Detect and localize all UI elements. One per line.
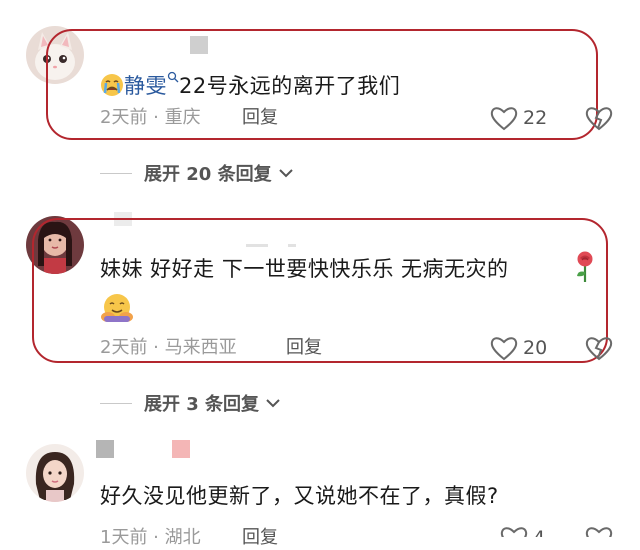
divider-line bbox=[100, 403, 132, 404]
crying-face-icon bbox=[100, 73, 124, 104]
broken-heart-icon bbox=[585, 527, 613, 537]
chevron-down-icon bbox=[278, 161, 294, 185]
heart-icon bbox=[490, 107, 518, 131]
expand-replies-button[interactable]: 展开 20 条回复 bbox=[144, 161, 294, 187]
comment-meta: 2天前 · 马来西亚 bbox=[100, 337, 237, 358]
like-button[interactable]: 22 bbox=[490, 104, 552, 132]
comment-body: 妹妹 好好走 下一世要快快乐乐 无病无灾的 bbox=[100, 257, 509, 281]
broken-heart-icon bbox=[585, 107, 613, 131]
comment-text[interactable]: 好久没见他更新了，又说她不在了，真假? bbox=[100, 482, 499, 510]
like-button[interactable]: 20 bbox=[490, 334, 552, 362]
like-count: 22 bbox=[523, 107, 548, 129]
chevron-down-icon bbox=[265, 391, 281, 415]
search-icon bbox=[167, 62, 179, 90]
reply-button[interactable]: 回复 bbox=[286, 336, 322, 360]
cartoon-girl-avatar bbox=[26, 444, 84, 502]
nickname-blurred[interactable] bbox=[96, 440, 114, 458]
comment-meta: 1天前 · 湖北 bbox=[100, 527, 201, 548]
comment-text[interactable]: 妹妹 好好走 下一世要快快乐乐 无病无灾的 bbox=[100, 255, 509, 283]
mention-link[interactable]: 静雯 bbox=[124, 74, 167, 98]
reply-button[interactable]: 回复 bbox=[242, 106, 278, 130]
dislike-button[interactable] bbox=[584, 104, 614, 132]
dislike-button[interactable] bbox=[584, 334, 614, 362]
reply-button[interactable]: 回复 bbox=[242, 526, 278, 550]
dislike-button[interactable] bbox=[584, 524, 614, 537]
like-count: 20 bbox=[523, 337, 548, 359]
heart-icon bbox=[490, 337, 518, 361]
comment-body: 22号永远的离开了我们 bbox=[179, 74, 401, 98]
like-button[interactable]: 4 bbox=[500, 524, 552, 537]
like-count: 4 bbox=[533, 526, 545, 537]
rose-icon bbox=[572, 250, 598, 288]
nickname-blurred bbox=[172, 440, 190, 458]
divider-line bbox=[100, 173, 132, 174]
comment-body: 好久没见他更新了，又说她不在了，真假? bbox=[100, 484, 499, 508]
expand-replies-button[interactable]: 展开 3 条回复 bbox=[144, 391, 281, 417]
hug-face-icon bbox=[100, 292, 134, 328]
comment-text[interactable]: 静雯 22号永远的离开了我们 bbox=[100, 62, 400, 104]
avatar[interactable] bbox=[26, 444, 84, 502]
comment-meta: 2天前 · 重庆 bbox=[100, 107, 201, 128]
heart-icon bbox=[500, 527, 528, 537]
broken-heart-icon bbox=[585, 337, 613, 361]
